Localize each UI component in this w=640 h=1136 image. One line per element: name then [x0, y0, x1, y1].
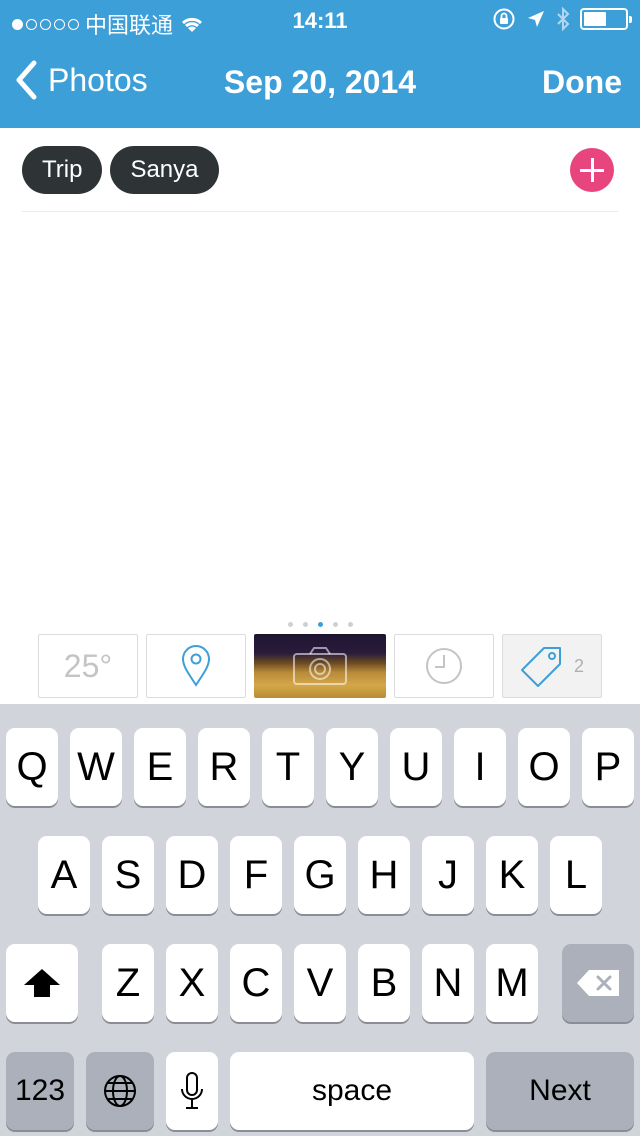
- photo-button[interactable]: [254, 634, 386, 698]
- key-b[interactable]: B: [358, 944, 410, 1022]
- key-t[interactable]: T: [262, 728, 314, 806]
- location-button[interactable]: [146, 634, 246, 698]
- tag-list: Trip Sanya: [22, 146, 219, 194]
- key-c[interactable]: C: [230, 944, 282, 1022]
- status-bar: 中国联通 14:11: [0, 0, 640, 40]
- page-indicator: [0, 622, 640, 627]
- location-arrow-icon: [528, 11, 544, 27]
- shift-key[interactable]: [6, 944, 78, 1022]
- key-i[interactable]: I: [454, 728, 506, 806]
- back-button-label: Photos: [48, 61, 148, 98]
- globe-icon: [104, 1075, 136, 1107]
- numbers-key[interactable]: 123: [6, 1052, 74, 1130]
- page-dot: [302, 622, 308, 627]
- microphone-icon: [181, 1072, 203, 1109]
- tag-icon: [520, 647, 561, 687]
- key-s[interactable]: S: [102, 836, 154, 914]
- key-p[interactable]: P: [582, 728, 634, 806]
- key-d[interactable]: D: [166, 836, 218, 914]
- app-screen: 中国联通 14:11 Photos Sep 20, 2014 Done Trip…: [0, 0, 640, 1136]
- key-g[interactable]: G: [294, 836, 346, 914]
- backspace-icon: [577, 970, 619, 996]
- back-button[interactable]: Photos: [14, 60, 148, 100]
- key-q[interactable]: Q: [6, 728, 58, 806]
- divider: [22, 211, 618, 212]
- time-button[interactable]: [394, 634, 494, 698]
- key-r[interactable]: R: [198, 728, 250, 806]
- key-k[interactable]: K: [486, 836, 538, 914]
- rotation-lock-icon: [493, 8, 515, 30]
- space-key[interactable]: space: [230, 1052, 474, 1130]
- key-h[interactable]: H: [358, 836, 410, 914]
- tag-chip-trip[interactable]: Trip: [22, 146, 103, 194]
- key-f[interactable]: F: [230, 836, 282, 914]
- done-button[interactable]: Done: [542, 64, 622, 101]
- microphone-key[interactable]: [166, 1052, 218, 1130]
- shift-arrow-icon: [24, 969, 60, 997]
- key-x[interactable]: X: [166, 944, 218, 1022]
- key-n[interactable]: N: [422, 944, 474, 1022]
- page-dot-active: [317, 622, 323, 627]
- key-e[interactable]: E: [134, 728, 186, 806]
- key-v[interactable]: V: [294, 944, 346, 1022]
- key-z[interactable]: Z: [102, 944, 154, 1022]
- map-pin-icon: [181, 645, 211, 687]
- key-l[interactable]: L: [550, 836, 602, 914]
- bluetooth-icon: [557, 7, 570, 31]
- key-u[interactable]: U: [390, 728, 442, 806]
- clock-icon: [426, 648, 462, 684]
- globe-key[interactable]: [86, 1052, 154, 1130]
- backspace-key[interactable]: [562, 944, 634, 1022]
- key-w[interactable]: W: [70, 728, 122, 806]
- key-o[interactable]: O: [518, 728, 570, 806]
- camera-icon: [293, 647, 347, 685]
- key-m[interactable]: M: [486, 944, 538, 1022]
- chevron-left-icon: [16, 60, 37, 100]
- navigation-bar: Photos Sep 20, 2014 Done: [0, 40, 640, 128]
- temperature-button[interactable]: 25°: [38, 634, 138, 698]
- battery-icon: [580, 8, 632, 30]
- key-a[interactable]: A: [38, 836, 90, 914]
- status-right: [492, 7, 632, 31]
- tags-button[interactable]: 2: [502, 634, 602, 698]
- temperature-value: 25°: [63, 647, 113, 684]
- add-tag-button[interactable]: [570, 148, 614, 192]
- page-dot: [287, 622, 293, 627]
- page-dot: [332, 622, 338, 627]
- tag-chip-sanya[interactable]: Sanya: [110, 146, 219, 194]
- keyboard: Q W E R T Y U I O P A S D F G H J K L Z …: [0, 704, 640, 1136]
- tag-count: 2: [573, 655, 584, 676]
- next-key[interactable]: Next: [486, 1052, 634, 1130]
- page-dot: [347, 622, 353, 627]
- key-j[interactable]: J: [422, 836, 474, 914]
- header: 中国联通 14:11 Photos Sep 20, 2014 Done: [0, 0, 640, 128]
- key-y[interactable]: Y: [326, 728, 378, 806]
